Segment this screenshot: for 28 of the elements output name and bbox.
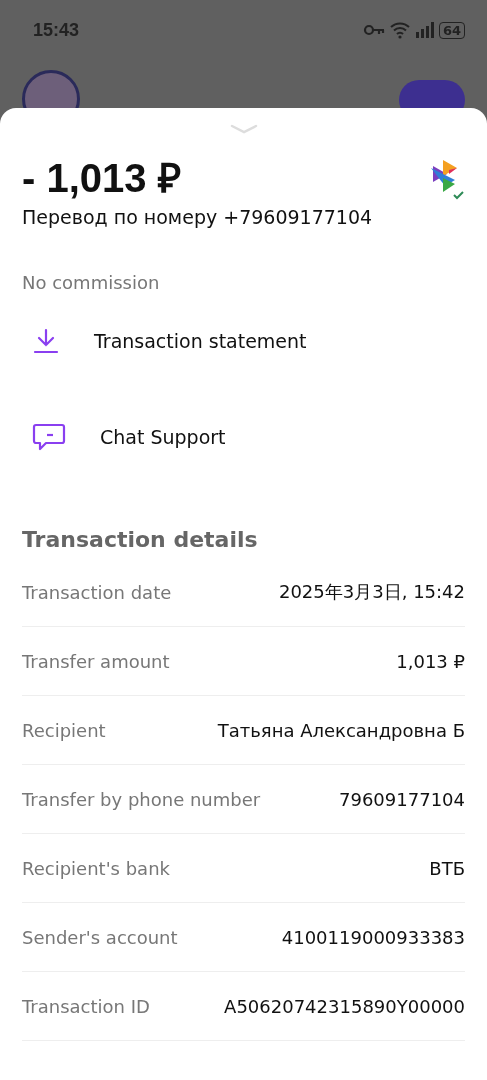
chat-icon [32,422,66,452]
detail-value: 1,013 ₽ [396,650,465,672]
section-title: Transaction details [22,527,259,552]
action-row[interactable]: Transaction statement [22,293,465,389]
detail-label: Transfer by phone number [22,788,261,810]
signal-icon [414,22,435,38]
detail-value: 2025年3月3日, 15:42 [278,580,465,604]
detail-label: Transaction ID [22,995,150,1017]
detail-label: Sender's account [22,926,178,948]
detail-value: ВТБ [429,857,465,879]
detail-label: Recipient [22,719,106,741]
bank-logo-icon [429,158,465,200]
key-icon [362,24,385,36]
download-icon [32,327,60,355]
detail-label: Recipient's bank [22,857,170,879]
wifi-icon [388,21,411,39]
status-time: 15:43 [33,19,80,41]
detail-value: 4100119000933383 [281,926,465,948]
battery-level: 64 [438,21,465,39]
detail-value: 79609177104 [339,788,465,810]
detail-value: Татьяна Александровна Б [217,719,465,741]
commission-note: No commission [22,272,161,293]
detail-value: A50620742315890Y00000 [224,995,465,1017]
transfer-description: Перевод по номеру +79609177104 [22,206,373,228]
amount: - 1,013 ₽ [22,155,182,202]
detail-label: Transaction date [22,581,172,603]
action-row[interactable]: Chat Support [22,389,465,485]
detail-label: Transfer amount [22,650,170,672]
